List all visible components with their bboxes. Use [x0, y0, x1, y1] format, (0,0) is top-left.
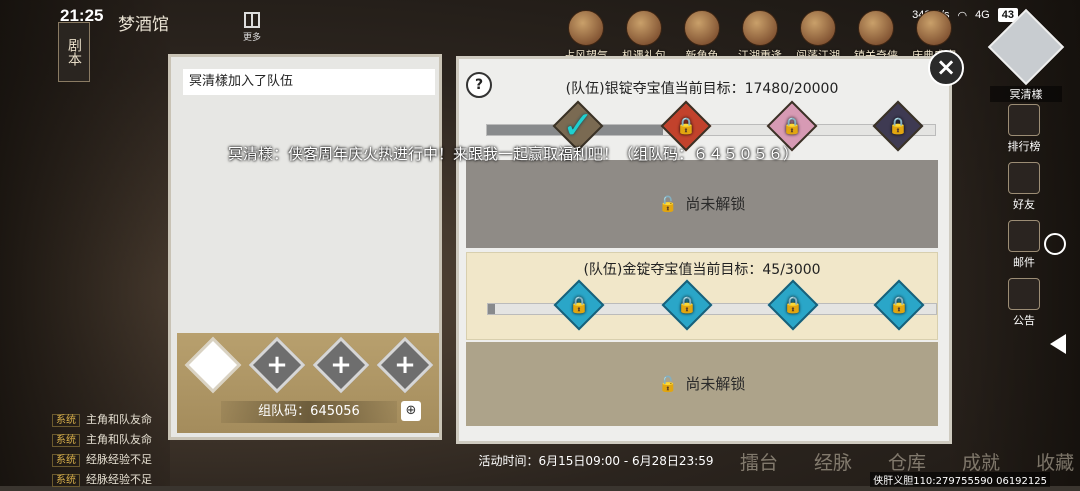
magnifier-icon[interactable]: ⊕ [401, 401, 421, 421]
mail-icon [1008, 220, 1040, 252]
avatar [987, 8, 1065, 86]
add-member-icon: + [266, 350, 288, 380]
gold-progress-fill [488, 304, 495, 314]
lock-icon: 🔒 [569, 295, 589, 314]
lock-icon: 🔒 [677, 295, 697, 314]
top-event-bar: 占风望气 机遇礼包 新角色 江湖重逢 闯荡江湖 镇关奇侠 庆典盛宴 [560, 10, 960, 62]
reunion-icon [742, 10, 778, 46]
ranking-icon [1008, 104, 1040, 136]
check-icon: ✓ [562, 103, 594, 147]
top-icon-reunion[interactable]: 江湖重逢 [734, 10, 786, 62]
menu-label: 公告 [1013, 314, 1035, 327]
menu-friends[interactable]: 好友 [1002, 162, 1046, 220]
notice-icon [1008, 278, 1040, 310]
signal-label: 4G [975, 9, 990, 21]
chat-tag: 系统 [52, 474, 80, 487]
chat-line: 系统 经脉经验不足 [52, 470, 182, 490]
chat-line: 系统 经脉经验不足 [52, 450, 182, 470]
back-nav-icon[interactable] [1050, 334, 1066, 354]
silver-reward-3[interactable]: 🔒 [766, 100, 818, 152]
nav-collection[interactable]: 收藏 [1036, 448, 1074, 475]
menu-mail[interactable]: 邮件 [1002, 220, 1046, 278]
grid-icon [244, 12, 260, 28]
add-member-icon: + [394, 350, 416, 380]
team-slot-empty[interactable]: + [376, 336, 434, 394]
gold-title: (队伍)金锭夺宝值当前目标：45/3000 [583, 262, 821, 278]
chat-text: 主角和队友命 [86, 413, 152, 426]
locked-label: 尚未解锁 [685, 195, 746, 213]
chat-text: 经脉经验不足 [86, 473, 152, 486]
chat-tag: 系统 [52, 434, 80, 447]
top-icon-character[interactable]: 新角色 [676, 10, 728, 62]
event-time: 活动时间：6月15日09:00 - 6月28日23:59 [478, 454, 714, 468]
player-name: 冥清樣 [990, 86, 1062, 102]
chat-log[interactable]: 系统 主角和队友命 系统 主角和队友命 系统 经脉经验不足 系统 经脉经验不足 [52, 410, 182, 490]
chat-line: 系统 主角和队友命 [52, 410, 182, 430]
nav-arena[interactable]: 擂台 [740, 448, 778, 475]
lock-icon: 🔒 [782, 116, 802, 135]
silver-title: (队伍)银锭夺宝值当前目标：17480/20000 [565, 81, 839, 97]
team-slot-self[interactable] [184, 336, 242, 394]
lock-icon: 🔒 [888, 116, 908, 135]
silver-reward-2[interactable]: 🔒 [660, 100, 712, 152]
player-badge[interactable]: 冥清樣 [987, 8, 1065, 102]
menu-notice[interactable]: 公告 [1002, 278, 1046, 336]
lock-icon: 🔒 [676, 116, 696, 135]
gold-locked-band: 🔓 尚未解锁 [466, 342, 938, 426]
hero-icon [858, 10, 894, 46]
adventure-icon [800, 10, 836, 46]
top-icon-hero[interactable]: 镇关奇侠 [850, 10, 902, 62]
bottom-nav: 擂台 经脉 仓库 成就 收藏 [740, 448, 1074, 475]
add-member-icon: + [330, 350, 352, 380]
nav-meridian[interactable]: 经脉 [814, 448, 852, 475]
menu-ranking[interactable]: 排行榜 [1002, 104, 1046, 162]
friends-icon [1008, 162, 1040, 194]
locked-label: 尚未解锁 [685, 375, 746, 393]
join-message: 冥清樣加入了队伍 [183, 69, 435, 95]
chat-line: 系统 主角和队友命 [52, 430, 182, 450]
chat-tag: 系统 [52, 414, 80, 427]
lock-icon: 🔓 [658, 195, 678, 213]
gold-reward-2[interactable]: 🔒 [661, 279, 713, 331]
menu-label: 邮件 [1013, 256, 1035, 269]
gold-reward-section: (队伍)金锭夺宝值当前目标：45/3000 🔒 🔒 🔒 🔒 [466, 252, 938, 340]
team-slots-bar: + + + 组队码：645056 ⊕ [177, 333, 439, 433]
silver-reward-1[interactable]: ✓ [552, 100, 604, 152]
top-icon-gift[interactable]: 机遇礼包 [618, 10, 670, 62]
feast-icon [916, 10, 952, 46]
silver-reward-4[interactable]: 🔒 [872, 100, 924, 152]
menu-label: 排行榜 [1007, 140, 1041, 153]
gift-icon [626, 10, 662, 46]
lock-icon: 🔒 [889, 295, 909, 314]
gold-reward-1[interactable]: 🔒 [553, 279, 605, 331]
right-menu: 排行榜 好友 邮件 公告 [1002, 104, 1046, 336]
chat-text: 经脉经验不足 [86, 453, 152, 466]
top-icon-adventure[interactable]: 闯荡江湖 [792, 10, 844, 62]
gold-reward-3[interactable]: 🔒 [767, 279, 819, 331]
nav-warehouse[interactable]: 仓库 [888, 448, 926, 475]
silver-locked-band: 🔓 尚未解锁 [466, 160, 938, 248]
top-icon-fortune[interactable]: 占风望气 [560, 10, 612, 62]
team-slot-empty[interactable]: + [248, 336, 306, 394]
chat-tag: 系统 [52, 454, 80, 467]
lock-icon: 🔓 [658, 375, 678, 393]
chat-text: 主角和队友命 [86, 433, 152, 446]
menu-label: 好友 [1013, 198, 1035, 211]
gold-reward-4[interactable]: 🔒 [873, 279, 925, 331]
team-code: 组队码：645056 [221, 401, 397, 423]
close-button[interactable]: × [928, 50, 964, 86]
script-tab[interactable]: 剧本 [58, 22, 90, 82]
more-label: 更多 [242, 33, 261, 43]
more-button[interactable]: 更多 [240, 12, 264, 43]
team-slot-empty[interactable]: + [312, 336, 370, 394]
team-panel: 冥清樣加入了队伍 + + + 组队码：645056 ⊕ [168, 54, 442, 440]
lock-icon: 🔒 [783, 295, 803, 314]
fortune-icon [568, 10, 604, 46]
nav-achievement[interactable]: 成就 [962, 448, 1000, 475]
user-id-label: 侠肝义胆110:279755590 06192125 [870, 472, 1050, 487]
home-nav-icon[interactable] [1044, 233, 1066, 255]
character-icon [684, 10, 720, 46]
broadcast-message: 冥清樣：侠客周年庆火热进行中！来跟我一起赢取福利吧！（组队码：６４５０５６） [228, 145, 799, 163]
scene-title: 梦酒馆 [118, 15, 169, 35]
